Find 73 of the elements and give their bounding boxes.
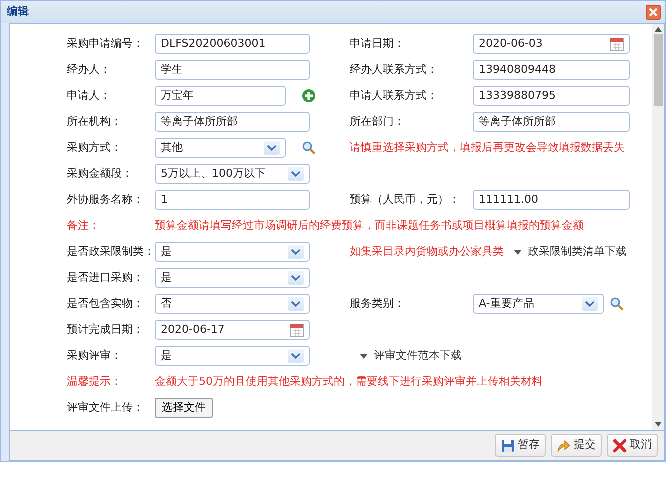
date-field[interactable]: 2020-06-03 — [473, 34, 630, 54]
field-label: 所在部门： — [350, 114, 406, 130]
field-label: 评审文件上传： — [67, 402, 145, 414]
field-label: 采购金额段： — [67, 168, 134, 180]
field-label: 所在机构： — [67, 116, 123, 128]
input-field[interactable]: 13940809448 — [473, 60, 630, 80]
select-field[interactable]: 是 — [155, 242, 310, 262]
field-label: 是否包含实物： — [67, 298, 145, 310]
arrow-icon — [557, 438, 571, 452]
chevron-icon — [291, 170, 301, 178]
note-text: 预算金额请填写经过市场调研后的经费预算，而非课题任务书或项目概算填报的预算金额 — [155, 218, 584, 234]
window-title: 编辑 — [7, 4, 29, 20]
field-label: 是否进口采购： — [67, 272, 145, 284]
note-label: 温馨提示： — [67, 376, 123, 388]
save-button[interactable]: 暂存 — [495, 434, 546, 457]
floppy-icon — [501, 438, 515, 452]
caret-icon — [514, 250, 522, 254]
plus-icon[interactable] — [302, 89, 316, 103]
scrollbar-thumb[interactable] — [654, 34, 662, 106]
field-label: 预算（人民币，元）： — [350, 192, 461, 208]
download-link[interactable]: 政采限制类清单下载 — [528, 244, 627, 260]
close-button[interactable] — [646, 4, 661, 20]
search-icon[interactable] — [302, 141, 316, 155]
select-field[interactable]: 5万以上、100万以下 — [155, 164, 310, 184]
date-field[interactable]: 2020-06-17 — [155, 320, 310, 340]
field-label: 外协服务名称： — [67, 194, 145, 206]
scrollbar[interactable] — [652, 24, 664, 430]
chevron-icon — [291, 352, 301, 360]
field-label: 申请人联系方式： — [350, 88, 439, 104]
submit-button[interactable]: 提交 — [551, 434, 602, 457]
select-field[interactable]: A-重要产品 — [473, 294, 604, 314]
field-label: 采购评审： — [67, 350, 123, 362]
cross-icon — [613, 438, 627, 452]
field-label: 经办人： — [67, 64, 112, 76]
input-field[interactable]: 学生 — [155, 60, 310, 80]
warning-text: 如集采目录内货物或办公家具类 — [350, 244, 504, 260]
chevron-icon — [291, 248, 301, 256]
chevron-icon — [267, 144, 277, 152]
input-field[interactable]: 13339880795 — [473, 86, 630, 106]
field-label: 申请人： — [67, 90, 112, 102]
chevron-icon — [291, 274, 301, 282]
input-field[interactable]: 1 — [155, 190, 310, 210]
input-field[interactable]: 万宝年 — [155, 86, 286, 106]
warning-text: 请慎重选择采购方式，填报后再更改会导致填报数据丢失 — [350, 140, 625, 156]
select-field[interactable]: 否 — [155, 294, 310, 314]
select-field[interactable]: 是 — [155, 268, 310, 288]
field-label: 服务类别： — [350, 296, 406, 312]
select-field[interactable]: 其他 — [155, 138, 286, 158]
scroll-up-icon[interactable] — [654, 27, 662, 32]
note-text: 金额大于50万的且使用其他采购方式的，需要线下进行采购评审并上传相关材料 — [155, 374, 543, 390]
scroll-down-icon[interactable] — [654, 422, 662, 427]
input-field[interactable]: DLFS20200603001 — [155, 34, 310, 54]
input-field[interactable]: 等离子体所所部 — [473, 112, 630, 132]
input-field[interactable]: 等离子体所所部 — [155, 112, 310, 132]
input-field[interactable]: 111111.00 — [473, 190, 630, 210]
chevron-icon — [585, 300, 595, 308]
field-label: 采购方式： — [67, 142, 123, 154]
field-label: 申请日期： — [350, 36, 406, 52]
calendar-icon[interactable] — [290, 323, 304, 337]
download-link[interactable]: 评审文件范本下载 — [374, 348, 462, 364]
cancel-button[interactable]: 取消 — [607, 434, 658, 457]
caret-icon — [360, 354, 368, 358]
select-field[interactable]: 是 — [155, 346, 310, 366]
note-label: 备注： — [67, 220, 101, 232]
chevron-icon — [291, 300, 301, 308]
calendar-icon[interactable] — [610, 37, 624, 51]
choose-file-button[interactable]: 选择文件 — [155, 398, 213, 418]
search-icon[interactable] — [610, 297, 624, 311]
field-label: 预计完成日期： — [67, 324, 145, 336]
close-icon — [649, 8, 658, 16]
field-label: 经办人联系方式： — [350, 62, 439, 78]
field-label: 是否政采限制类： — [67, 246, 155, 258]
field-label: 采购申请编号： — [67, 38, 145, 50]
